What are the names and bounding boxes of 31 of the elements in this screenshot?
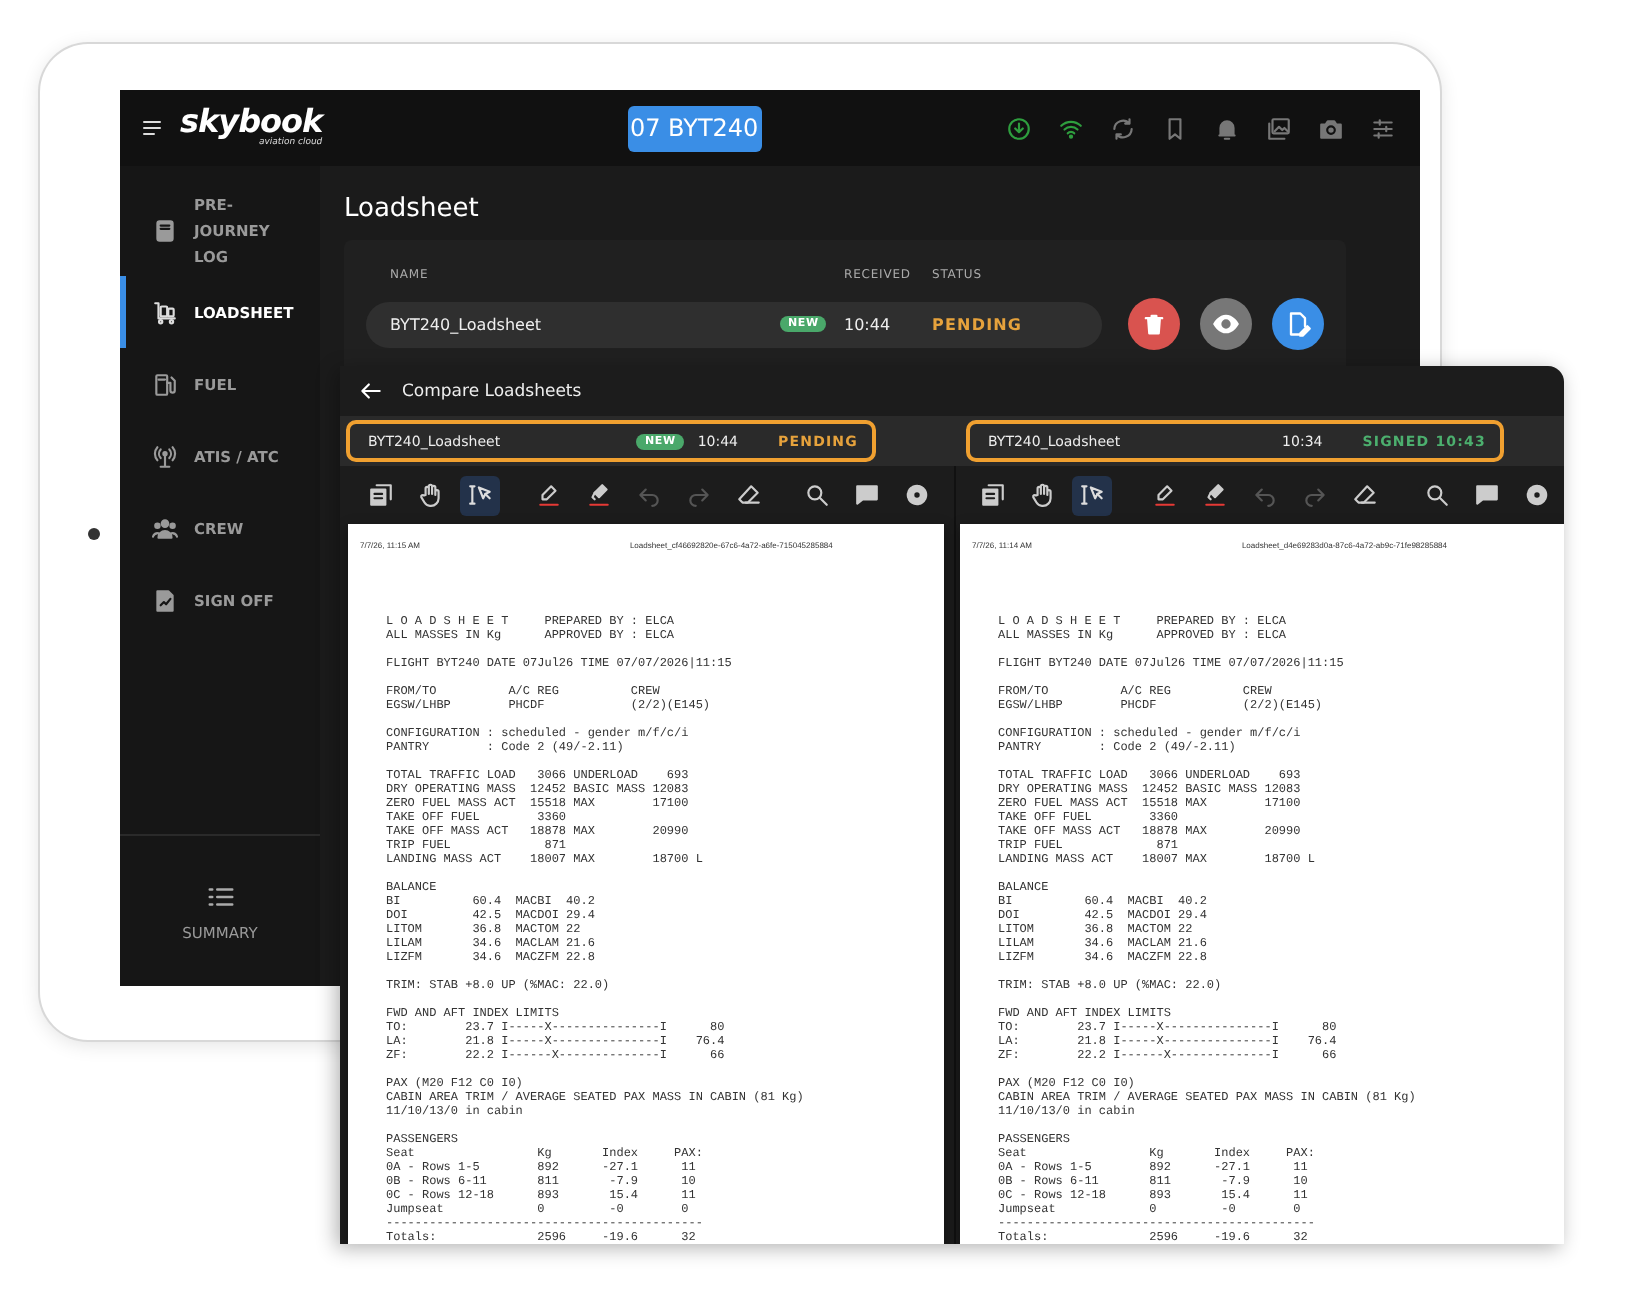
eye-icon <box>1212 310 1240 338</box>
camera-icon[interactable] <box>1318 115 1344 141</box>
delete-button[interactable] <box>1128 298 1180 350</box>
compare-title: Compare Loadsheets <box>402 381 582 401</box>
flight-button[interactable]: 07 BYT240 <box>627 105 762 151</box>
received-time: 10:44 <box>844 315 893 333</box>
people-icon <box>152 515 178 541</box>
text-select-icon[interactable] <box>1072 475 1112 515</box>
status-label: PENDING <box>932 315 1025 333</box>
signed-document-icon <box>152 587 178 613</box>
view-button[interactable] <box>1200 298 1252 350</box>
text-select-icon[interactable] <box>460 475 500 515</box>
trash-icon <box>1140 310 1168 338</box>
wifi-icon[interactable] <box>1058 115 1084 141</box>
app-logo: skybook <box>180 106 323 139</box>
fuel-pump-icon <box>152 371 178 397</box>
download-icon[interactable] <box>1006 115 1032 141</box>
page-title: Loadsheet <box>344 194 481 224</box>
menu-icon[interactable] <box>140 116 164 140</box>
back-arrow-icon[interactable] <box>358 378 384 404</box>
sync-icon[interactable] <box>1110 115 1136 141</box>
bell-icon[interactable] <box>1214 115 1240 141</box>
sliders-icon[interactable] <box>1370 115 1396 141</box>
book-icon <box>152 217 178 243</box>
sign-document-button[interactable] <box>1272 298 1324 350</box>
images-icon[interactable] <box>1266 115 1292 141</box>
camera-dot <box>88 528 100 540</box>
document-pen-icon <box>1284 310 1312 338</box>
loadsheet-name: BYT240_Loadsheet <box>390 315 544 333</box>
antenna-icon <box>152 443 178 469</box>
luggage-cart-icon <box>152 299 178 325</box>
